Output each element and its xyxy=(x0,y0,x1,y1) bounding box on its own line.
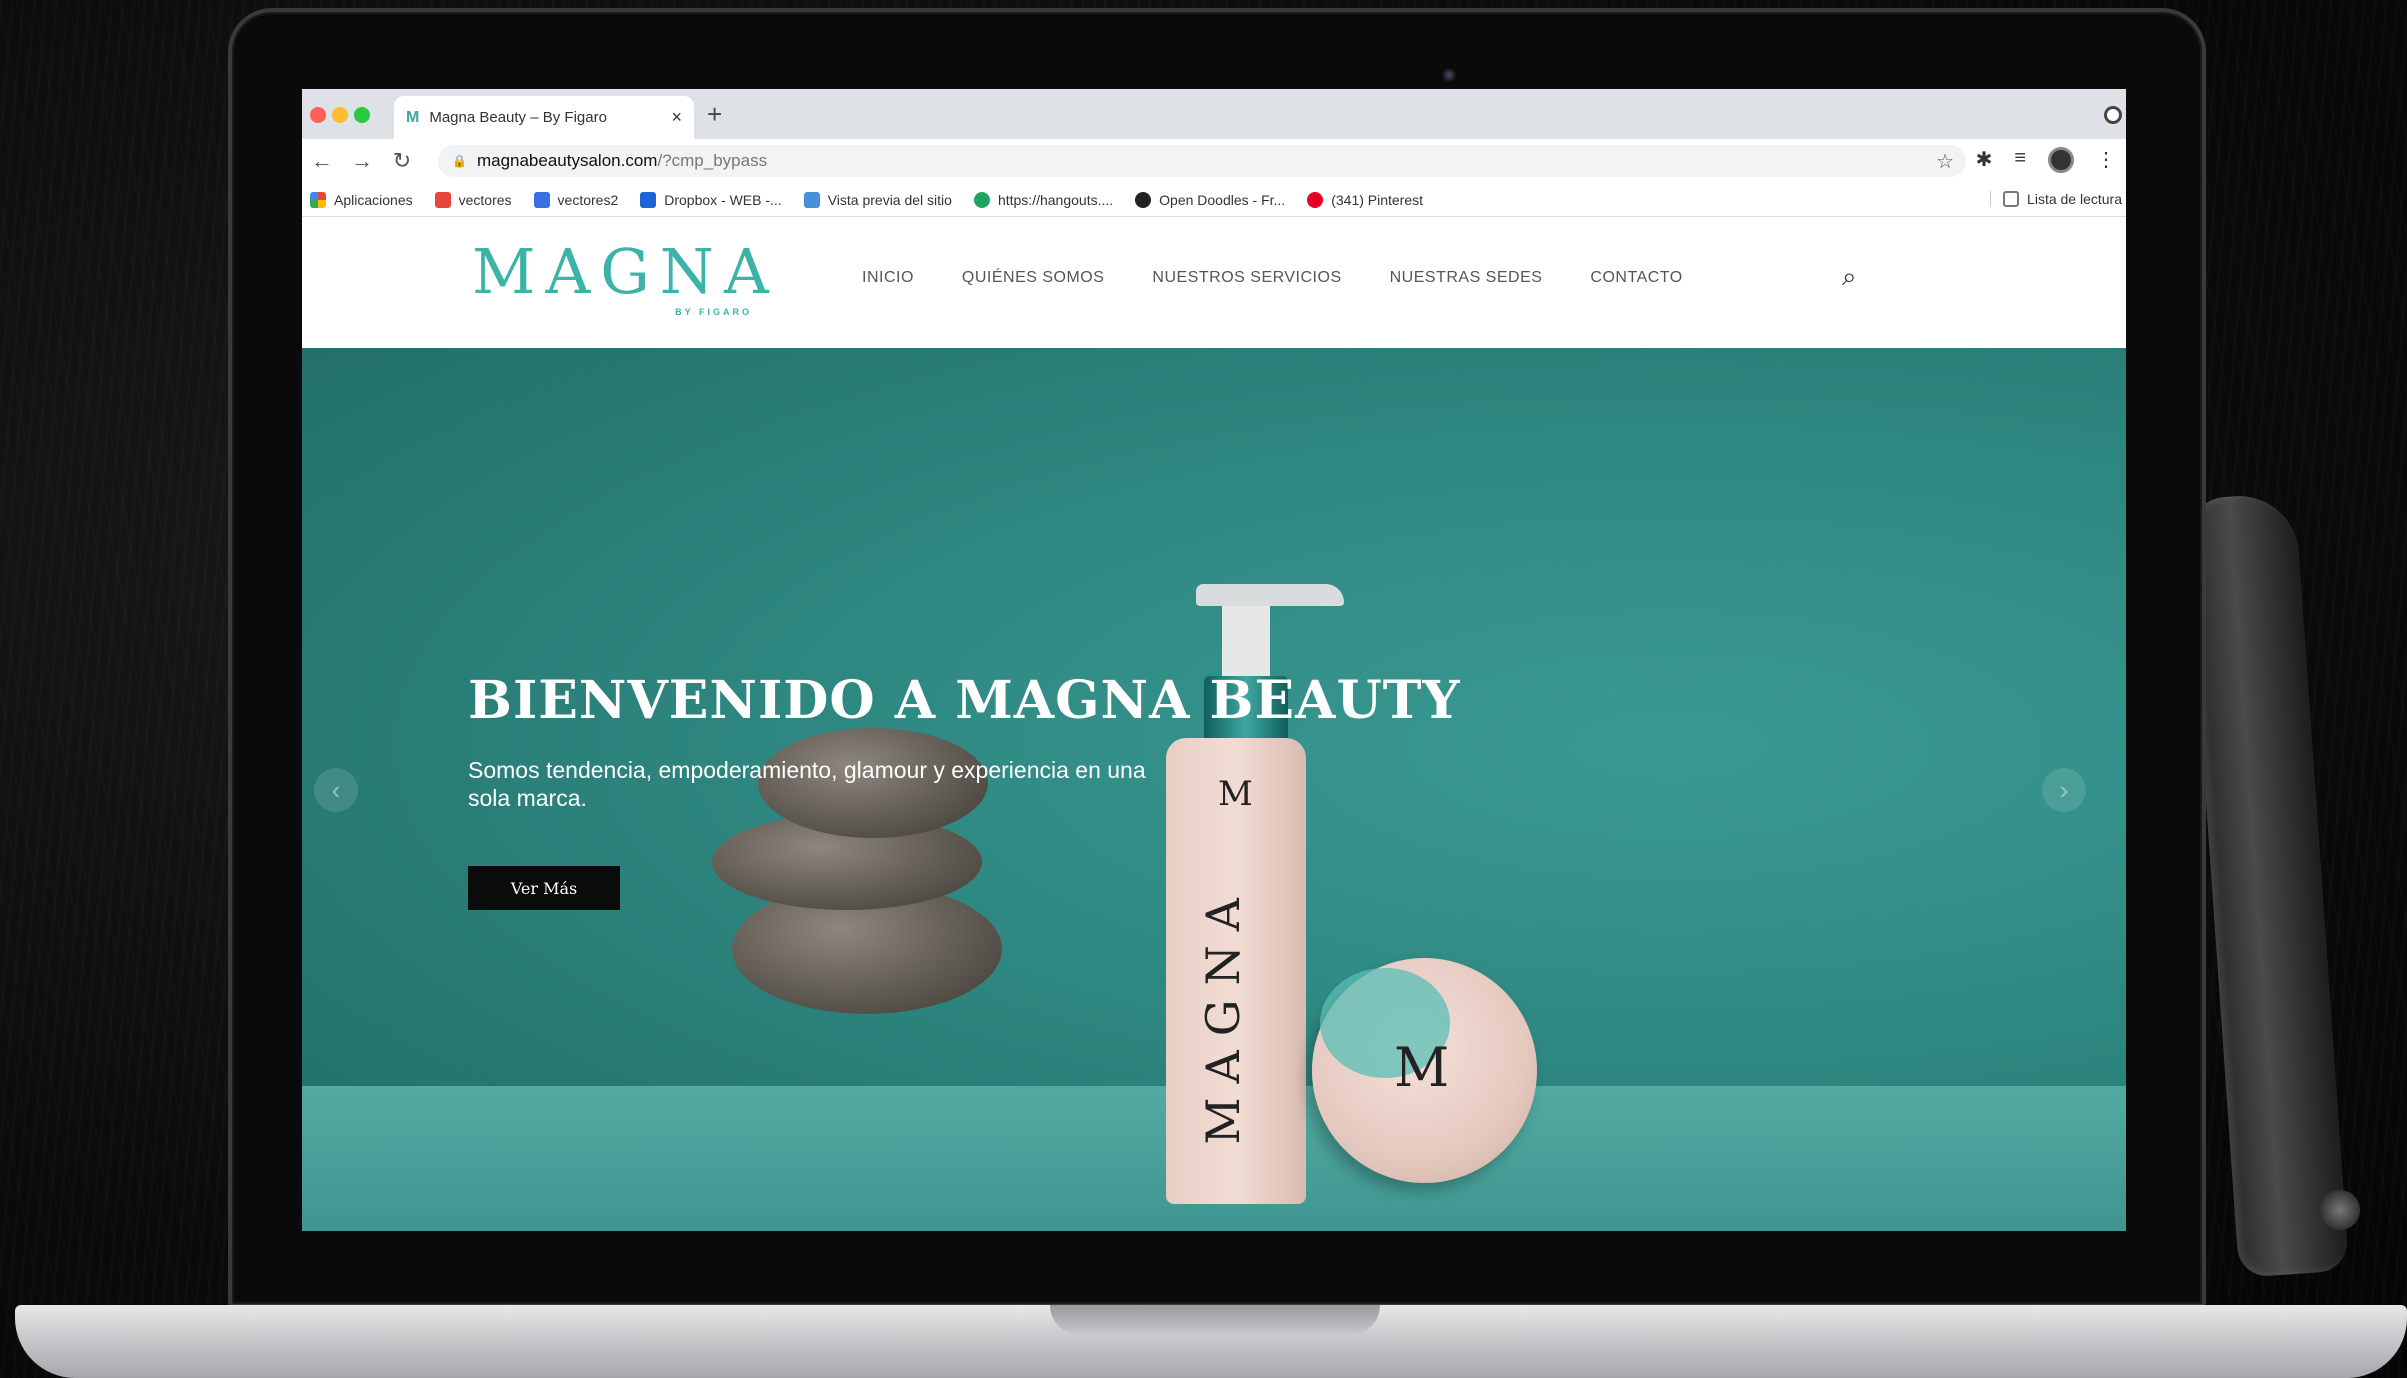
bookmark-vista-previa[interactable]: Vista previa del sitio xyxy=(803,191,952,208)
bookmark-label: Dropbox - WEB -... xyxy=(664,191,782,208)
bookmark-label: https://hangouts.... xyxy=(997,191,1114,208)
hangouts-icon xyxy=(973,191,990,208)
minimize-window-button[interactable] xyxy=(332,107,348,123)
reading-list-label: Lista de lectura xyxy=(2027,191,2122,207)
browser-toolbar: ← → ↻ 🔒 magnabeautysalon.com /?cmp_bypas… xyxy=(302,139,2126,183)
search-icon[interactable]: ⌕ xyxy=(1842,261,1857,293)
laptop-notch xyxy=(1050,1305,1380,1335)
bookmark-label: Aplicaciones xyxy=(334,191,413,208)
bookmark-label: Vista previa del sitio xyxy=(827,191,952,208)
back-arrow-icon[interactable]: ← xyxy=(302,148,342,174)
main-menu: INICIO QUIÉNES SOMOS NUESTROS SERVICIOS … xyxy=(862,269,1683,287)
bookmark-apps[interactable]: Aplicaciones xyxy=(310,191,413,208)
close-window-button[interactable] xyxy=(310,107,326,123)
menu-inicio[interactable]: INICIO xyxy=(862,269,914,287)
pump-neck xyxy=(1222,606,1270,676)
site-logo[interactable]: MAGNA BY FIGARO xyxy=(472,237,772,327)
slider-next-arrow-icon[interactable]: › xyxy=(2042,768,2086,812)
menu-quienes-somos[interactable]: QUIÉNES SOMOS xyxy=(962,269,1105,287)
bookmark-vectores2[interactable]: vectores2 xyxy=(533,191,619,208)
webcam xyxy=(1442,68,1456,82)
bookmark-label: Open Doodles - Fr... xyxy=(1159,191,1286,208)
logo-wordmark: MAGNA xyxy=(472,235,779,308)
cream-jar: M xyxy=(1312,958,1537,1183)
bookmark-dropbox[interactable]: Dropbox - WEB -... xyxy=(640,191,782,208)
hero-title: BIENVENIDO A MAGNA BEAUTY xyxy=(468,670,1461,731)
new-tab-button[interactable]: + xyxy=(707,101,722,127)
bookmark-pinterest[interactable]: (341) Pinterest xyxy=(1307,191,1424,208)
ver-mas-button[interactable]: Ver Más xyxy=(468,866,620,910)
bookmark-hangouts[interactable]: https://hangouts.... xyxy=(973,191,1114,208)
maximize-window-button[interactable] xyxy=(354,107,370,123)
vectores-icon xyxy=(434,191,451,208)
bookmark-label: (341) Pinterest xyxy=(1331,191,1424,208)
dropbox-icon xyxy=(640,191,657,208)
profile-avatar-icon[interactable] xyxy=(2048,147,2074,173)
vectores2-icon xyxy=(533,191,550,208)
browser-window: M Magna Beauty – By Figaro × + ← → ↻ 🔒 m… xyxy=(302,89,2126,1231)
bookmark-label: vectores2 xyxy=(557,191,619,208)
magna-favicon-icon: M xyxy=(406,108,420,126)
hero-slider: M MAGNA M BIENVENIDO A MAGNA BEAUTY Somo… xyxy=(302,348,2126,1231)
kebab-menu-icon[interactable]: ⋮ xyxy=(2096,147,2116,173)
browser-tab[interactable]: M Magna Beauty – By Figaro × xyxy=(394,96,694,139)
bookmark-vectores[interactable]: vectores xyxy=(434,191,512,208)
slider-prev-arrow-icon[interactable]: ‹ xyxy=(314,768,358,812)
forward-arrow-icon[interactable]: → xyxy=(342,148,382,174)
jar-monogram: M xyxy=(1394,1036,1450,1099)
link-icon xyxy=(803,191,820,208)
url-host: magnabeautysalon.com xyxy=(476,151,658,170)
bottle-wordmark: MAGNA xyxy=(1196,884,1250,1145)
address-bar[interactable]: 🔒 magnabeautysalon.com /?cmp_bypass ☆ xyxy=(438,145,1966,177)
tab-title: Magna Beauty – By Figaro xyxy=(429,109,607,126)
bookmark-label: vectores xyxy=(458,191,512,208)
menu-nuestras-sedes[interactable]: NUESTRAS SEDES xyxy=(1390,269,1543,287)
pump-head xyxy=(1196,584,1344,606)
pinterest-icon xyxy=(1307,191,1324,208)
bookmark-star-icon[interactable]: ☆ xyxy=(1936,149,1954,174)
reading-list-icon xyxy=(2003,191,2020,207)
hero-subtitle: Somos tendencia, empoderamiento, glamour… xyxy=(468,757,1146,811)
doodle-icon xyxy=(1135,191,1152,208)
apps-grid-icon xyxy=(310,191,326,208)
bookmarks-bar: Aplicaciones vectores vectores2 Dropbox … xyxy=(302,183,2126,217)
tab-search-icon[interactable] xyxy=(2104,106,2122,124)
tab-bar: M Magna Beauty – By Figaro × + xyxy=(302,89,2126,139)
site-header: MAGNA BY FIGARO INICIO QUIÉNES SOMOS NUE… xyxy=(302,217,2126,348)
reading-list-icon[interactable]: ≡ xyxy=(2014,147,2026,173)
logo-tagline: BY FIGARO xyxy=(675,307,752,317)
url-path: /?cmp_bypass xyxy=(657,151,768,170)
reading-list-button[interactable]: Lista de lectura xyxy=(1990,191,2122,207)
extension-area: ✱ ≡ ⋮ xyxy=(1976,147,2116,173)
close-tab-icon[interactable]: × xyxy=(671,107,682,128)
bottle-monogram: M xyxy=(1218,774,1253,814)
menu-contacto[interactable]: CONTACTO xyxy=(1590,269,1682,287)
reload-icon[interactable]: ↻ xyxy=(382,148,422,174)
extensions-puzzle-icon[interactable]: ✱ xyxy=(1976,147,1993,173)
menu-nuestros-servicios[interactable]: NUESTROS SERVICIOS xyxy=(1152,269,1341,287)
razor-pivot xyxy=(2320,1190,2360,1230)
lock-icon: 🔒 xyxy=(452,154,467,168)
bookmark-open-doodles[interactable]: Open Doodles - Fr... xyxy=(1135,191,1286,208)
